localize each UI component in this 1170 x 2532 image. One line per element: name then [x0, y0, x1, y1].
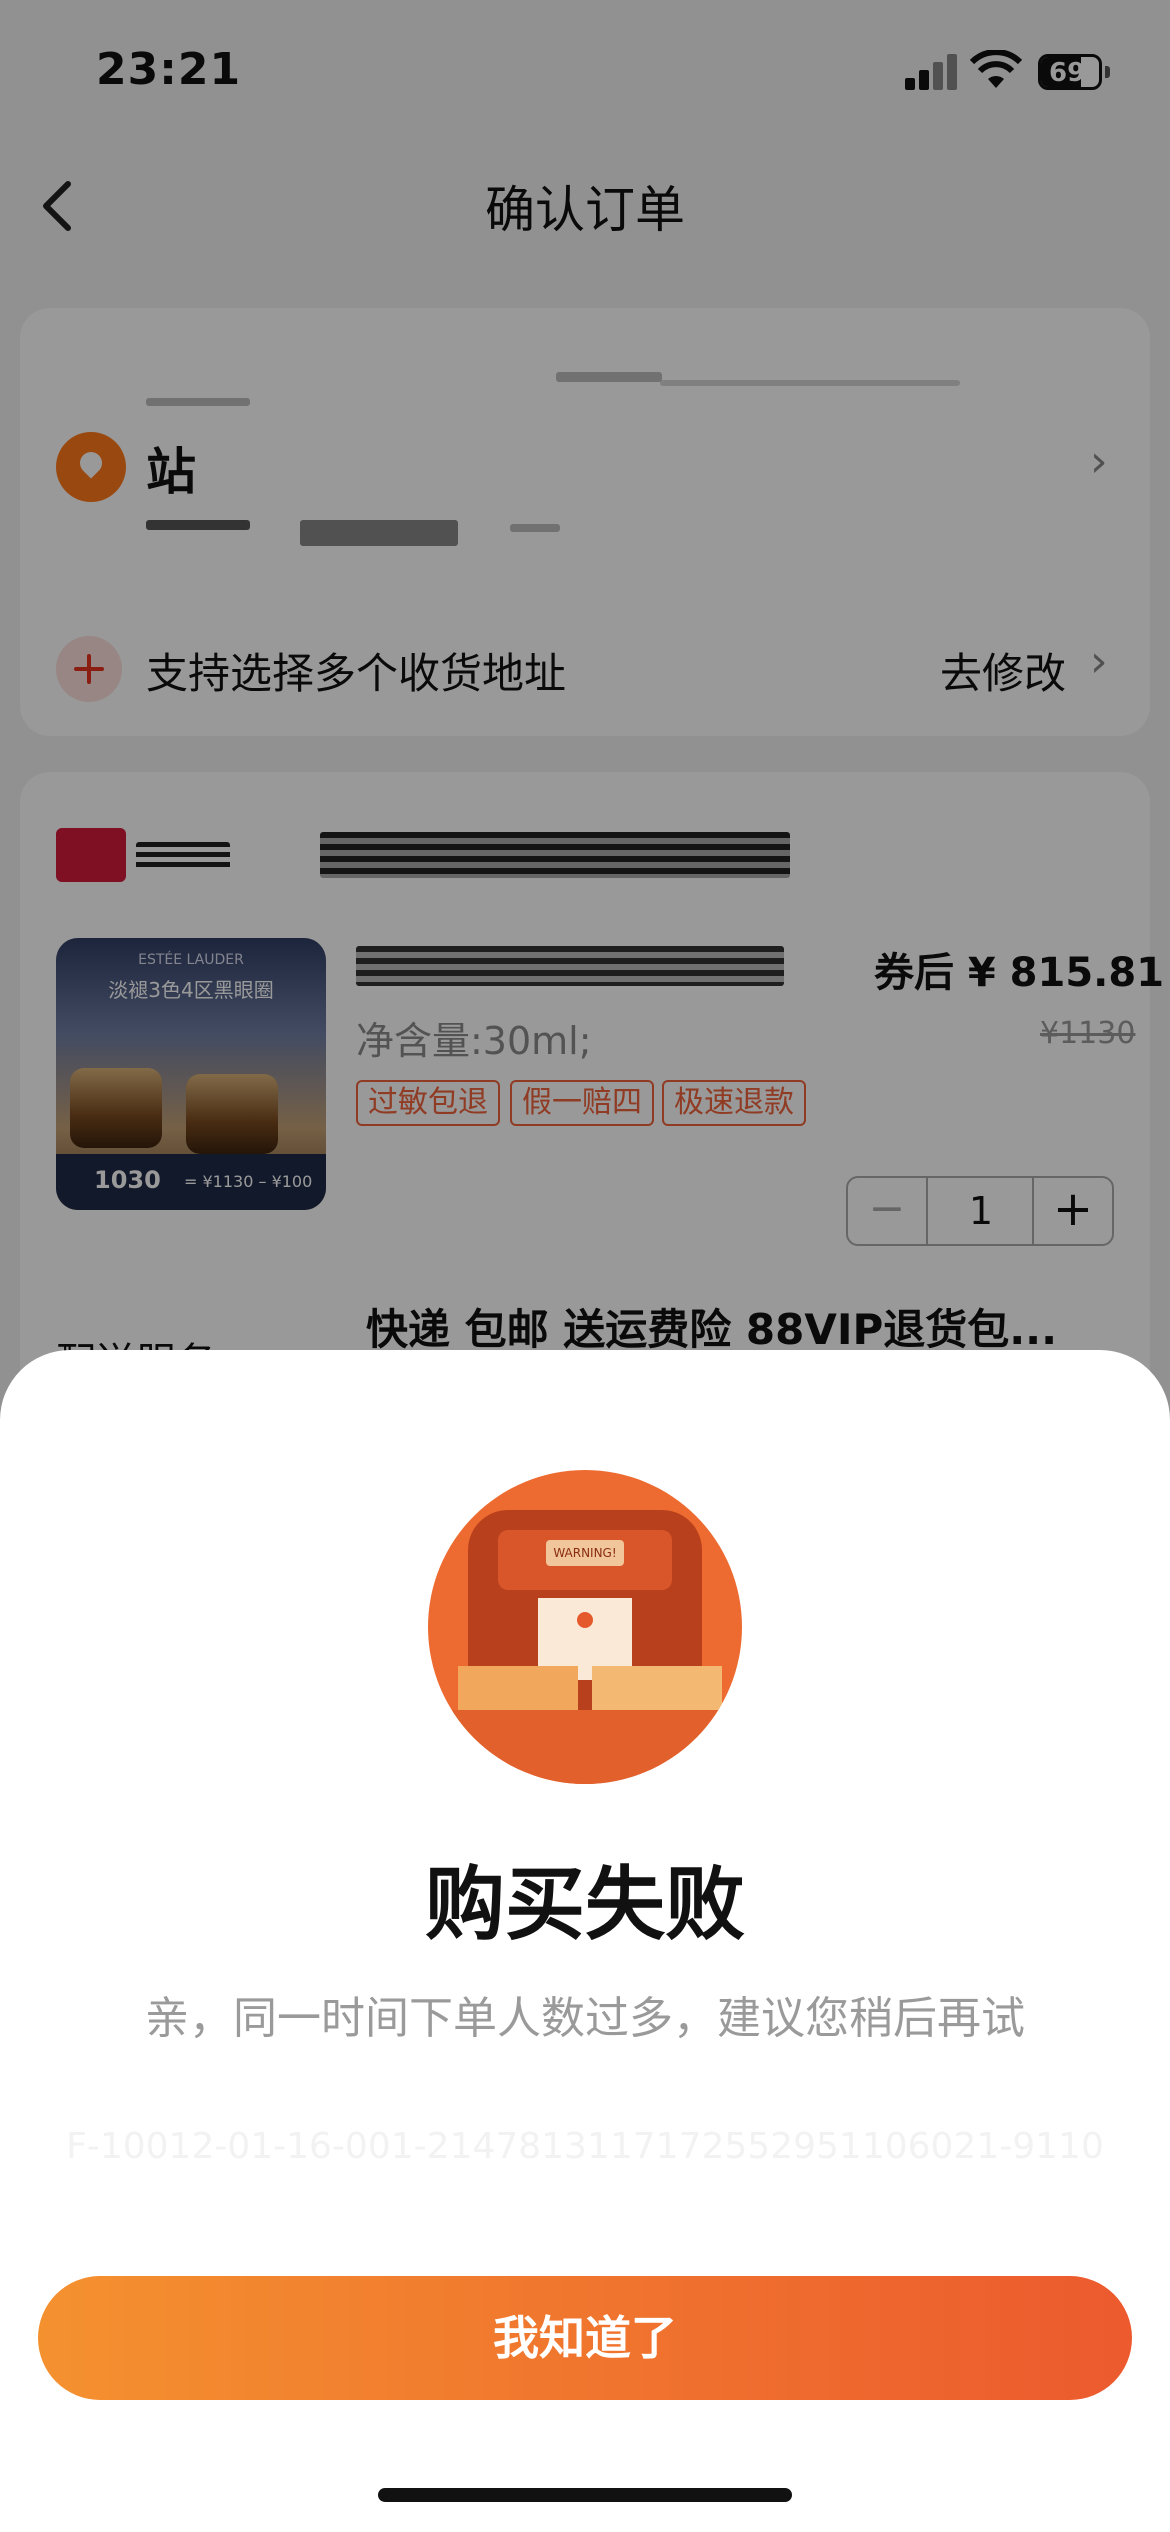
error-trace-code: F-10012-01-16-001-2147813117172552951106… [66, 2126, 1104, 2167]
dialog-message: 亲，同一时间下单人数过多，建议您稍后再试 [145, 1993, 1025, 2044]
warning-package-illustration: WARNING! [428, 1470, 742, 1784]
warning-label: WARNING! [553, 1546, 617, 1560]
dialog-title: 购买失败 [425, 1858, 745, 1951]
acknowledge-button[interactable]: 我知道了 [38, 2276, 1132, 2400]
home-indicator[interactable] [378, 2488, 792, 2502]
